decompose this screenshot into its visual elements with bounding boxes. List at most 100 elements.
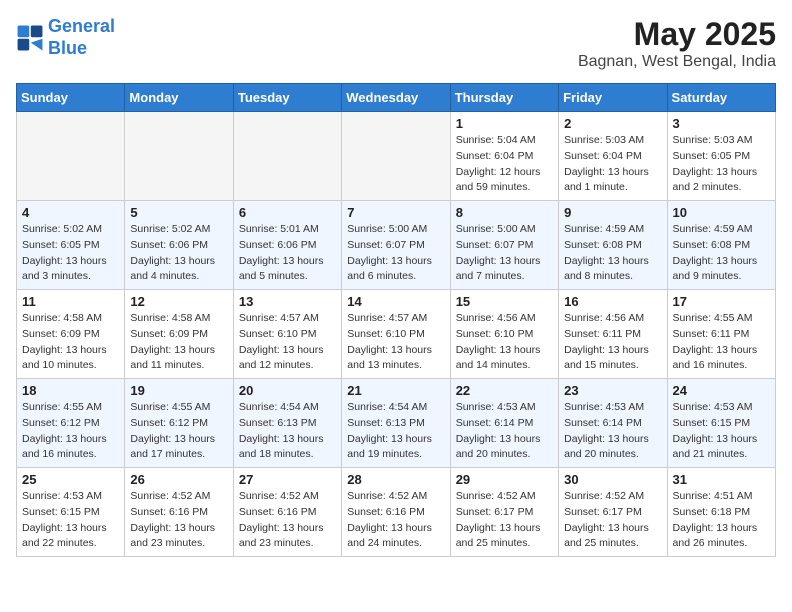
calendar-day-cell: 6Sunrise: 5:01 AMSunset: 6:06 PMDaylight… <box>233 201 341 290</box>
day-of-week-header: Monday <box>125 84 233 112</box>
day-info-line: Daylight: 13 hours and 16 minutes. <box>22 432 119 464</box>
logo: General Blue <box>16 16 115 59</box>
day-of-week-header: Friday <box>559 84 667 112</box>
day-info-line: Sunset: 6:07 PM <box>347 238 444 254</box>
day-info-line: Sunset: 6:17 PM <box>456 505 553 521</box>
calendar-day-cell: 2Sunrise: 5:03 AMSunset: 6:04 PMDaylight… <box>559 112 667 201</box>
day-number: 19 <box>130 383 227 398</box>
day-info-line: Sunrise: 4:51 AM <box>673 489 770 505</box>
day-info-line: Daylight: 13 hours and 21 minutes. <box>673 432 770 464</box>
calendar-day-cell: 20Sunrise: 4:54 AMSunset: 6:13 PMDayligh… <box>233 379 341 468</box>
day-info-line: Daylight: 13 hours and 22 minutes. <box>22 521 119 553</box>
day-number: 4 <box>22 205 119 220</box>
calendar-day-cell: 11Sunrise: 4:58 AMSunset: 6:09 PMDayligh… <box>17 290 125 379</box>
logo-line2: Blue <box>48 38 87 58</box>
day-info-line: Daylight: 13 hours and 16 minutes. <box>673 343 770 375</box>
day-number: 5 <box>130 205 227 220</box>
day-number: 31 <box>673 472 770 487</box>
day-info-line: Sunset: 6:05 PM <box>22 238 119 254</box>
day-number: 11 <box>22 294 119 309</box>
day-info-line: Sunset: 6:13 PM <box>347 416 444 432</box>
day-info-line: Daylight: 13 hours and 8 minutes. <box>564 254 661 286</box>
day-info-line: Sunrise: 4:58 AM <box>130 311 227 327</box>
calendar-week-row: 18Sunrise: 4:55 AMSunset: 6:12 PMDayligh… <box>17 379 776 468</box>
day-number: 7 <box>347 205 444 220</box>
calendar-day-cell: 19Sunrise: 4:55 AMSunset: 6:12 PMDayligh… <box>125 379 233 468</box>
day-number: 22 <box>456 383 553 398</box>
day-number: 14 <box>347 294 444 309</box>
day-info-line: Daylight: 13 hours and 19 minutes. <box>347 432 444 464</box>
day-info-line: Sunset: 6:16 PM <box>239 505 336 521</box>
day-number: 17 <box>673 294 770 309</box>
calendar-day-cell: 31Sunrise: 4:51 AMSunset: 6:18 PMDayligh… <box>667 468 775 557</box>
day-info-line: Sunrise: 4:57 AM <box>239 311 336 327</box>
day-info-line: Daylight: 13 hours and 13 minutes. <box>347 343 444 375</box>
day-info-line: Daylight: 13 hours and 1 minute. <box>564 165 661 197</box>
day-info-line: Sunset: 6:13 PM <box>239 416 336 432</box>
day-info-line: Daylight: 13 hours and 25 minutes. <box>456 521 553 553</box>
day-info-line: Sunset: 6:17 PM <box>564 505 661 521</box>
calendar-day-cell: 27Sunrise: 4:52 AMSunset: 6:16 PMDayligh… <box>233 468 341 557</box>
day-info-line: Daylight: 13 hours and 23 minutes. <box>239 521 336 553</box>
calendar-day-cell <box>125 112 233 201</box>
calendar-day-cell <box>342 112 450 201</box>
page-subtitle: Bagnan, West Bengal, India <box>578 53 776 71</box>
day-info-line: Sunrise: 4:53 AM <box>564 400 661 416</box>
day-info-line: Sunrise: 4:59 AM <box>673 222 770 238</box>
day-info-line: Sunrise: 5:02 AM <box>130 222 227 238</box>
day-info-line: Sunrise: 5:00 AM <box>347 222 444 238</box>
day-number: 24 <box>673 383 770 398</box>
day-info-line: Sunset: 6:14 PM <box>456 416 553 432</box>
day-info-line: Daylight: 13 hours and 6 minutes. <box>347 254 444 286</box>
day-info-line: Sunset: 6:04 PM <box>456 149 553 165</box>
calendar-day-cell: 29Sunrise: 4:52 AMSunset: 6:17 PMDayligh… <box>450 468 558 557</box>
day-info-line: Sunrise: 4:55 AM <box>673 311 770 327</box>
calendar-day-cell: 8Sunrise: 5:00 AMSunset: 6:07 PMDaylight… <box>450 201 558 290</box>
day-info-line: Daylight: 13 hours and 26 minutes. <box>673 521 770 553</box>
day-info-line: Sunset: 6:12 PM <box>22 416 119 432</box>
calendar-day-cell: 13Sunrise: 4:57 AMSunset: 6:10 PMDayligh… <box>233 290 341 379</box>
calendar-day-cell: 7 Sunrise: 5:00 AMSunset: 6:07 PMDaylight… <box>342 201 450 290</box>
day-number: 18 <box>22 383 119 398</box>
day-info-line: Daylight: 13 hours and 11 minutes. <box>130 343 227 375</box>
calendar-day-cell: 10Sunrise: 4:59 AMSunset: 6:08 PMDayligh… <box>667 201 775 290</box>
day-info-line: Sunrise: 4:56 AM <box>564 311 661 327</box>
day-info-line: Sunrise: 4:53 AM <box>456 400 553 416</box>
day-info-line: Daylight: 13 hours and 2 minutes. <box>673 165 770 197</box>
day-info-line: Daylight: 13 hours and 18 minutes. <box>239 432 336 464</box>
day-info-line: Sunrise: 4:52 AM <box>239 489 336 505</box>
day-info-line: Sunrise: 5:03 AM <box>673 133 770 149</box>
day-info-line: Daylight: 13 hours and 3 minutes. <box>22 254 119 286</box>
day-number: 8 <box>456 205 553 220</box>
day-info-line: Sunset: 6:14 PM <box>564 416 661 432</box>
day-number: 20 <box>239 383 336 398</box>
day-info-line: Daylight: 13 hours and 9 minutes. <box>673 254 770 286</box>
calendar-day-cell: 28Sunrise: 4:52 AMSunset: 6:16 PMDayligh… <box>342 468 450 557</box>
day-info-line: Daylight: 13 hours and 5 minutes. <box>239 254 336 286</box>
day-info-line: Sunset: 6:10 PM <box>347 327 444 343</box>
day-of-week-header: Tuesday <box>233 84 341 112</box>
calendar-week-row: 11Sunrise: 4:58 AMSunset: 6:09 PMDayligh… <box>17 290 776 379</box>
day-info-line: Daylight: 12 hours and 59 minutes. <box>456 165 553 197</box>
day-info-line: Sunrise: 5:01 AM <box>239 222 336 238</box>
calendar-day-cell: 24Sunrise: 4:53 AMSunset: 6:15 PMDayligh… <box>667 379 775 468</box>
day-info-line: Sunset: 6:04 PM <box>564 149 661 165</box>
day-of-week-header: Sunday <box>17 84 125 112</box>
calendar-day-cell: 4Sunrise: 5:02 AMSunset: 6:05 PMDaylight… <box>17 201 125 290</box>
day-number: 26 <box>130 472 227 487</box>
day-number: 23 <box>564 383 661 398</box>
calendar-week-row: 4Sunrise: 5:02 AMSunset: 6:05 PMDaylight… <box>17 201 776 290</box>
day-number: 29 <box>456 472 553 487</box>
calendar-day-cell: 30Sunrise: 4:52 AMSunset: 6:17 PMDayligh… <box>559 468 667 557</box>
day-info-line: Sunset: 6:15 PM <box>673 416 770 432</box>
calendar-week-row: 1Sunrise: 5:04 AMSunset: 6:04 PMDaylight… <box>17 112 776 201</box>
calendar-day-cell: 9Sunrise: 4:59 AMSunset: 6:08 PMDaylight… <box>559 201 667 290</box>
calendar-header-row: SundayMondayTuesdayWednesdayThursdayFrid… <box>17 84 776 112</box>
day-number: 30 <box>564 472 661 487</box>
day-number: 3 <box>673 116 770 131</box>
day-info-line: Sunrise: 5:04 AM <box>456 133 553 149</box>
day-info-line: Sunrise: 4:55 AM <box>22 400 119 416</box>
calendar-day-cell: 15Sunrise: 4:56 AMSunset: 6:10 PMDayligh… <box>450 290 558 379</box>
calendar-day-cell: 5Sunrise: 5:02 AMSunset: 6:06 PMDaylight… <box>125 201 233 290</box>
day-info-line: Daylight: 13 hours and 7 minutes. <box>456 254 553 286</box>
